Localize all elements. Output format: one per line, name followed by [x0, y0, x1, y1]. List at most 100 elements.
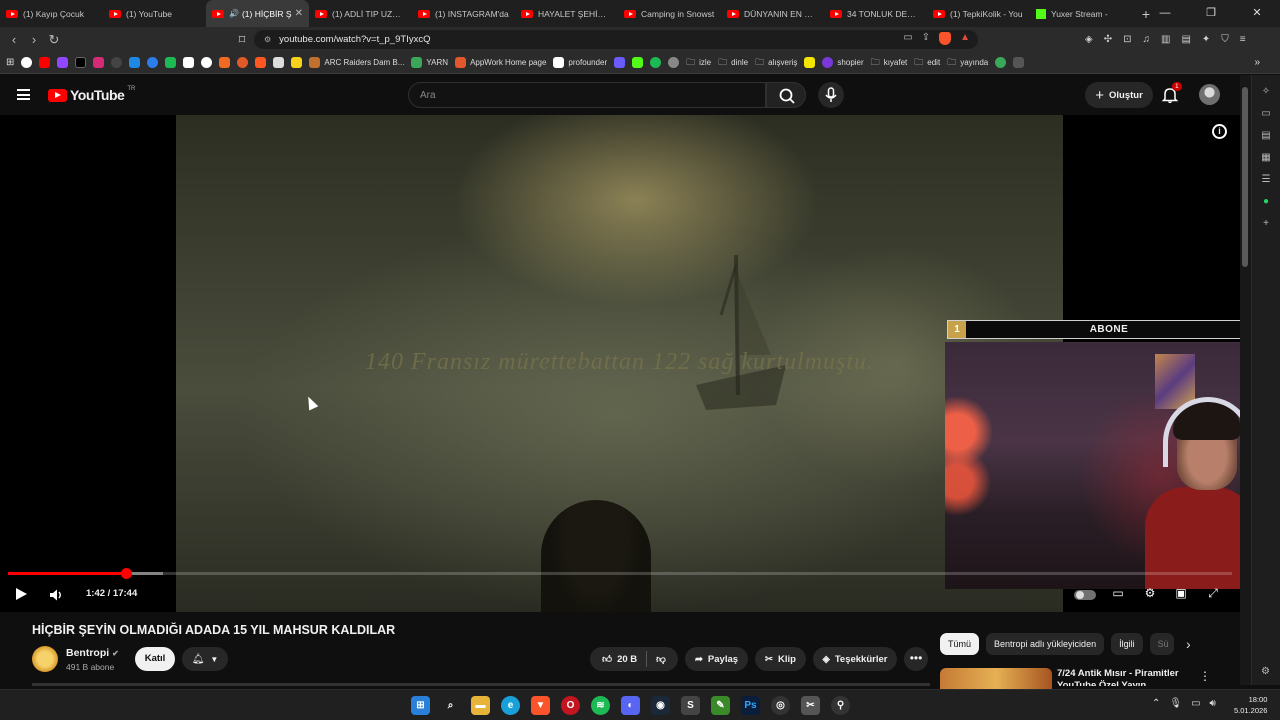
- reading-list-icon[interactable]: ▭: [1252, 108, 1280, 119]
- cloud-grey-bookmark-icon[interactable]: [1013, 57, 1025, 68]
- create-button[interactable]: + Oluştur: [1085, 82, 1153, 108]
- like-count[interactable]: 20 B: [617, 654, 637, 665]
- youtube-bookmark-icon[interactable]: [39, 57, 51, 68]
- shield-icon[interactable]: ⛉: [1221, 34, 1229, 45]
- play-bookmark-icon[interactable]: [147, 57, 159, 68]
- theater-mode-icon[interactable]: ▣: [1172, 586, 1190, 602]
- play-icon[interactable]: [16, 588, 27, 600]
- scrubber-handle[interactable]: [120, 568, 132, 579]
- steam-icon[interactable]: ◉: [651, 696, 670, 715]
- youtube-logo[interactable]: YouTube TR: [48, 86, 135, 103]
- wallet-panel-icon[interactable]: ▤: [1252, 130, 1280, 141]
- minimize-icon[interactable]: —: [1142, 0, 1188, 27]
- add-panel-icon[interactable]: +: [1252, 218, 1280, 229]
- wallet-icon[interactable]: ▤: [1181, 34, 1190, 45]
- tab-close-icon[interactable]: ✕: [295, 8, 303, 19]
- bookmark-arc-raiders[interactable]: ARC Raiders Dam B...: [309, 57, 404, 68]
- discord-icon[interactable]: ◐: [621, 696, 640, 715]
- app-icon-s[interactable]: S: [681, 696, 700, 715]
- instagram-bookmark-icon[interactable]: [93, 57, 105, 68]
- snipping-tool-icon[interactable]: ✂: [801, 696, 820, 715]
- recommendation-title[interactable]: 7/24 Antik Mısır - Piramitler YouTube Öz…: [1057, 668, 1207, 686]
- bookmark-shopier[interactable]: shopier: [822, 57, 864, 68]
- bookmark-folder-yayinda[interactable]: 🗀 yayında: [947, 55, 988, 71]
- progress-bar[interactable]: [8, 568, 1232, 579]
- speaker-icon[interactable]: 🔊: [229, 9, 239, 18]
- tab-6[interactable]: Camping in Snowst: [618, 0, 721, 27]
- circle-bookmark-icon[interactable]: [201, 57, 213, 68]
- more-actions-icon[interactable]: •••: [904, 647, 928, 671]
- yellow-bookmark-icon[interactable]: [291, 57, 303, 68]
- taskbar-clock[interactable]: 18:00 5.01.2026: [1234, 694, 1267, 716]
- vpn-icon[interactable]: ◈: [1085, 34, 1093, 45]
- notion-bookmark-icon[interactable]: [183, 57, 195, 68]
- cloud-bookmark-icon[interactable]: [129, 57, 141, 68]
- leo-ai-icon[interactable]: ✧: [1252, 86, 1280, 97]
- bookmark-icon[interactable]: ⌑: [232, 32, 252, 48]
- volume-icon[interactable]: [48, 587, 64, 603]
- windows-start-icon[interactable]: ⊞: [411, 696, 430, 715]
- chip-from-uploader[interactable]: Bentropi adlı yükleyiciden: [986, 633, 1105, 655]
- whatsapp-icon[interactable]: ●: [1252, 196, 1280, 207]
- opera-icon[interactable]: O: [561, 696, 580, 715]
- google-bookmark-icon[interactable]: [21, 57, 33, 68]
- brave-rewards-icon[interactable]: ▲: [960, 32, 970, 45]
- url-field[interactable]: ⚙ youtube.com/watch?v=t_p_9TIyxcQ ▭ ⇪ ▲: [254, 30, 978, 49]
- search-button[interactable]: [766, 82, 806, 108]
- twitch-bookmark-icon[interactable]: [57, 57, 69, 68]
- green-bookmark-icon[interactable]: [995, 57, 1007, 68]
- thanks-button[interactable]: ◈ Teşekkürler: [813, 647, 897, 671]
- bookmark-folder-edit[interactable]: 🗀 edit: [914, 55, 940, 71]
- bookmarks-panel-icon[interactable]: ▦: [1252, 152, 1280, 163]
- bookmark-folder-kiyafet[interactable]: 🗀 kıyafet: [871, 55, 908, 71]
- tab-5[interactable]: HAYALET ŞEHİR ÇER: [515, 0, 618, 27]
- tab-9[interactable]: (1) TepkiKolik - You: [927, 0, 1030, 27]
- chip-related[interactable]: İlgili: [1111, 633, 1143, 655]
- edge-icon[interactable]: e: [501, 696, 520, 715]
- bookmark-appwork[interactable]: AppWork Home page: [455, 57, 546, 68]
- bookmark-icon-purple[interactable]: [614, 57, 626, 68]
- subscription-bell-button[interactable]: 🔔︎ ▼: [182, 647, 228, 671]
- back-icon[interactable]: ‹: [4, 32, 24, 47]
- voice-search-button[interactable]: [818, 82, 844, 108]
- search-taskbar-icon[interactable]: ⌕: [441, 696, 460, 715]
- fullscreen-icon[interactable]: ⤢: [1204, 586, 1222, 602]
- bookmark-profounder[interactable]: profounder: [553, 57, 607, 68]
- tab-10[interactable]: Yuxer Stream -: [1030, 0, 1133, 27]
- bookmark-folder-alisveris[interactable]: 🗀 alışveriş: [755, 55, 797, 71]
- photoshop-icon[interactable]: Ps: [741, 696, 760, 715]
- account-avatar[interactable]: [1199, 84, 1220, 105]
- share-button[interactable]: ➦ Paylaş: [685, 647, 748, 671]
- leo-icon[interactable]: ✦: [1202, 34, 1210, 45]
- forward-icon[interactable]: ›: [24, 32, 44, 47]
- github-bookmark-icon[interactable]: [111, 57, 123, 68]
- cast-icon[interactable]: ▭: [903, 32, 912, 45]
- spotify-icon[interactable]: ≋: [591, 696, 610, 715]
- reload-icon[interactable]: ↻: [44, 32, 64, 48]
- file-explorer-icon[interactable]: ▬: [471, 696, 490, 715]
- tab-active[interactable]: 🔊 (1) HİÇBİR Ş ✕: [206, 0, 309, 27]
- channel-name[interactable]: Bentropi ✔: [66, 647, 119, 659]
- bookmark-yarn[interactable]: YARN: [411, 57, 448, 68]
- screenshot-icon[interactable]: ⊡: [1123, 34, 1131, 45]
- orange-bookmark-icon[interactable]: [219, 57, 231, 68]
- page-scrollbar[interactable]: [1240, 75, 1251, 685]
- brave-shields-icon[interactable]: [939, 32, 952, 45]
- site-info-icon[interactable]: ⚙: [264, 35, 271, 44]
- settings-gear-icon[interactable]: ⚙: [1141, 586, 1159, 602]
- network-icon[interactable]: ▭: [1191, 698, 1200, 709]
- reader-icon[interactable]: ☰: [1252, 174, 1280, 185]
- puzzle-icon[interactable]: ✣: [1104, 34, 1112, 45]
- maximize-icon[interactable]: ❐: [1188, 0, 1234, 27]
- dislike-icon[interactable]: 👎︎: [656, 653, 666, 665]
- tab-4[interactable]: (1) INSTAGRAM'da: [412, 0, 515, 27]
- gpt-bookmark-icon[interactable]: [668, 57, 680, 68]
- video-player[interactable]: 140 Fransız mürettebattan 122 sağ kurtul…: [0, 115, 1240, 612]
- recommendation-menu-icon[interactable]: ⋮: [1199, 669, 1211, 683]
- spotify-bookmark-icon[interactable]: [650, 57, 662, 68]
- reddit-bookmark-icon[interactable]: [237, 57, 249, 68]
- tab-7[interactable]: DÜNYANIN EN KOL: [721, 0, 824, 27]
- recommendation-thumbnail[interactable]: [940, 668, 1052, 690]
- m-bookmark-icon[interactable]: [255, 57, 267, 68]
- kick-bookmark-icon[interactable]: [632, 57, 644, 68]
